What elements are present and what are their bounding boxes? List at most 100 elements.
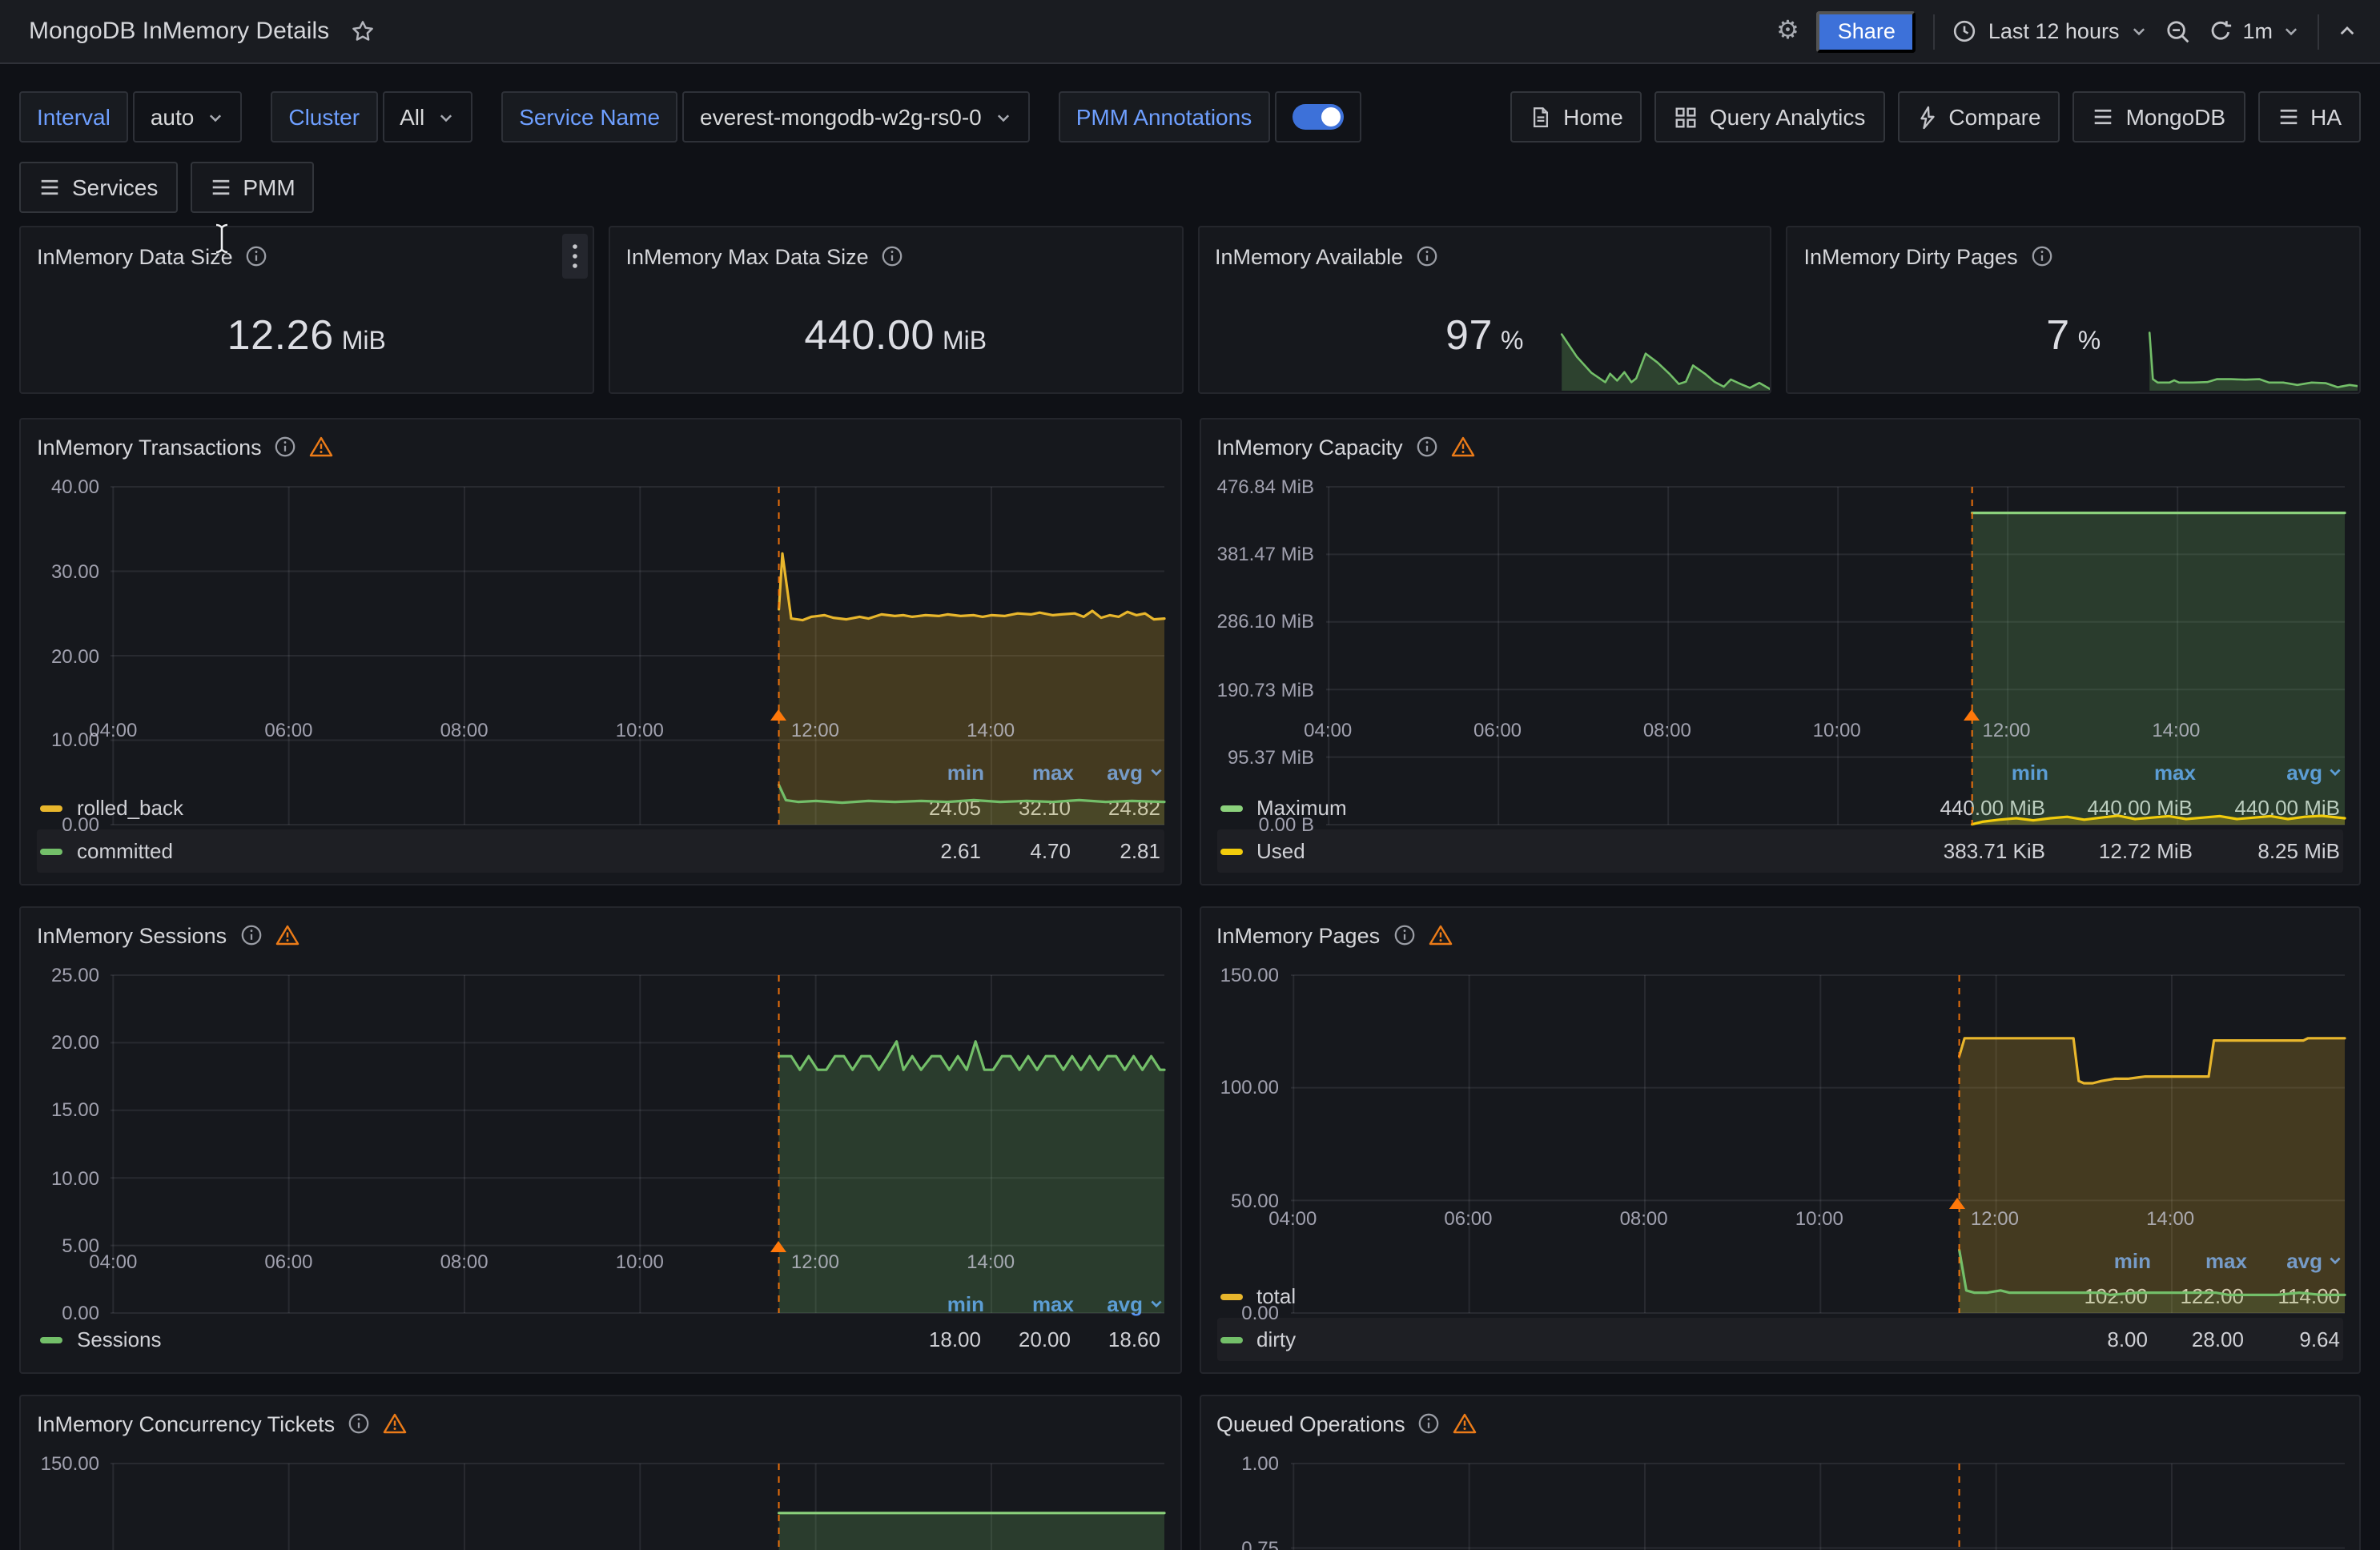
chevron-down-icon — [2282, 22, 2300, 40]
dashboard: MongoDB InMemory Details ⚙ Share Last 12… — [0, 0, 2380, 1550]
link-ha[interactable]: HA — [2257, 91, 2361, 143]
refresh-picker[interactable]: 1m — [2209, 19, 2300, 43]
x-tick-label: 12:00 — [1982, 719, 2030, 741]
warning-icon[interactable] — [1451, 436, 1475, 458]
chart-row-3: InMemory Concurrency Tickets 150.00100.0… — [19, 1395, 2361, 1550]
x-tick-label: 04:00 — [89, 719, 137, 741]
annotation-marker[interactable] — [770, 709, 786, 721]
legend-item-dirty[interactable]: dirty8.0028.009.64 — [1216, 1318, 2343, 1361]
link-mongodb[interactable]: MongoDB — [2073, 91, 2245, 143]
chart-plot[interactable] — [111, 1464, 1164, 1550]
caret-up-icon[interactable] — [2337, 21, 2358, 42]
chevron-down-icon — [2130, 22, 2148, 40]
chart-row-2: InMemory Sessions 25.0020.0015.0010.005.… — [19, 906, 2361, 1374]
annotation-marker[interactable] — [770, 1241, 786, 1252]
settings-gear-icon[interactable]: ⚙ — [1776, 18, 1799, 44]
link-home[interactable]: Home — [1510, 91, 1642, 143]
share-button[interactable]: Share — [1817, 10, 1916, 52]
warning-icon[interactable] — [275, 924, 299, 946]
x-axis: 04:0006:0008:0010:0012:0014:00 — [1325, 719, 2343, 745]
annotation-marker[interactable] — [1963, 709, 1979, 721]
info-icon[interactable] — [275, 436, 297, 458]
panel-title[interactable]: InMemory Concurrency Tickets — [37, 1411, 335, 1436]
series-avg: 8.25 MiB — [2193, 839, 2340, 863]
link-services[interactable]: Services — [19, 162, 177, 213]
panel-inmemory-transactions: InMemory Transactions 40.0030.0020.0010.… — [19, 418, 1181, 885]
warning-icon[interactable] — [1428, 924, 1452, 946]
stat-value: 440.00MiB — [610, 279, 1182, 392]
warning-icon[interactable] — [1453, 1412, 1477, 1435]
stat-value: 97% — [1199, 279, 1771, 392]
x-tick-label: 14:00 — [2146, 1207, 2194, 1230]
panel-title[interactable]: InMemory Dirty Pages — [1804, 244, 2018, 268]
link-compare[interactable]: Compare — [1897, 91, 2060, 143]
info-icon[interactable] — [239, 924, 262, 946]
info-icon[interactable] — [348, 1412, 370, 1435]
link-query-analytics[interactable]: Query Analytics — [1655, 91, 1885, 143]
service-name-select[interactable]: everest-mongodb-w2g-rs0-0 — [682, 91, 1030, 143]
legend-item-committed[interactable]: committed2.614.702.81 — [37, 829, 1164, 873]
info-icon[interactable] — [246, 245, 268, 267]
panel-inmemory-data-size: InMemory Data Size 12.26MiB — [19, 226, 594, 394]
chart-plot[interactable] — [1325, 487, 2343, 709]
y-tick-label: 381.47 MiB — [1217, 543, 1314, 565]
panel-title[interactable]: InMemory Max Data Size — [626, 244, 869, 268]
series-color-swatch — [1220, 805, 1242, 811]
pmm-annotations-toggle[interactable] — [1274, 91, 1361, 143]
chart-plot[interactable] — [1290, 1464, 2343, 1550]
y-tick-label: 150.00 — [1220, 964, 1279, 986]
panel-title[interactable]: InMemory Transactions — [37, 435, 262, 459]
chart-plot[interactable] — [111, 975, 1164, 1241]
panel-title[interactable]: InMemory Sessions — [37, 923, 227, 947]
chart-plot[interactable] — [111, 487, 1164, 709]
y-axis: 25.0020.0015.0010.005.000.00 — [37, 975, 111, 1241]
info-icon[interactable] — [882, 245, 904, 267]
link-pmm[interactable]: PMM — [190, 162, 314, 213]
y-tick-label: 25.00 — [51, 964, 99, 986]
toggle-knob — [1321, 107, 1340, 126]
info-icon[interactable] — [1418, 1412, 1441, 1435]
cluster-select[interactable]: All — [382, 91, 472, 143]
legend-item-Used[interactable]: Used383.71 KiB12.72 MiB8.25 MiB — [1216, 829, 2343, 873]
warning-icon[interactable] — [383, 1412, 407, 1435]
zoom-out-icon[interactable] — [2165, 18, 2191, 44]
time-range-picker[interactable]: Last 12 hours — [1953, 19, 2149, 43]
info-icon[interactable] — [1393, 924, 1415, 946]
series-name: committed — [77, 839, 891, 863]
y-tick-label: 20.00 — [51, 644, 99, 667]
series-max: 28.00 — [2148, 1327, 2244, 1351]
series-color-swatch — [40, 1336, 62, 1343]
info-icon[interactable] — [1416, 436, 1438, 458]
y-tick-label: 15.00 — [51, 1099, 99, 1122]
x-tick-label: 04:00 — [1268, 1207, 1317, 1230]
panel-title[interactable]: InMemory Data Size — [37, 244, 233, 268]
y-tick-label: 190.73 MiB — [1217, 678, 1314, 701]
panel-title[interactable]: Queued Operations — [1216, 1411, 1405, 1436]
panel-queued-operations: Queued Operations 1.000.750.500.250 04:0… — [1199, 1395, 2361, 1550]
warning-icon[interactable] — [310, 436, 334, 458]
y-axis: 40.0030.0020.0010.000.00 — [37, 487, 111, 709]
panel-title[interactable]: InMemory Pages — [1216, 923, 1380, 947]
info-icon[interactable] — [2031, 245, 2053, 267]
x-tick-label: 08:00 — [1620, 1207, 1668, 1230]
panel-menu-kebab-icon[interactable] — [562, 234, 588, 279]
refresh-interval-label: 1m — [2242, 19, 2273, 43]
service-name-label: Service Name — [501, 91, 677, 143]
x-tick-label: 10:00 — [1813, 719, 1861, 741]
series-avg: 9.64 — [2244, 1327, 2340, 1351]
y-tick-label: 40.00 — [51, 476, 99, 498]
series-max: 4.70 — [981, 839, 1071, 863]
series-max: 20.00 — [981, 1327, 1071, 1351]
x-tick-label: 06:00 — [1473, 719, 1522, 741]
legend-item-Sessions[interactable]: Sessions18.0020.0018.60 — [37, 1318, 1164, 1361]
chart-plot[interactable] — [1290, 975, 2343, 1198]
annotation-marker[interactable] — [1950, 1198, 1966, 1209]
info-icon[interactable] — [1416, 245, 1438, 267]
panel-title[interactable]: InMemory Available — [1215, 244, 1403, 268]
interval-select[interactable]: auto — [133, 91, 243, 143]
x-tick-label: 06:00 — [1444, 1207, 1492, 1230]
menu-icon — [2093, 107, 2115, 126]
series-color-swatch — [40, 805, 62, 811]
star-icon[interactable] — [350, 19, 374, 43]
panel-title[interactable]: InMemory Capacity — [1216, 435, 1403, 459]
